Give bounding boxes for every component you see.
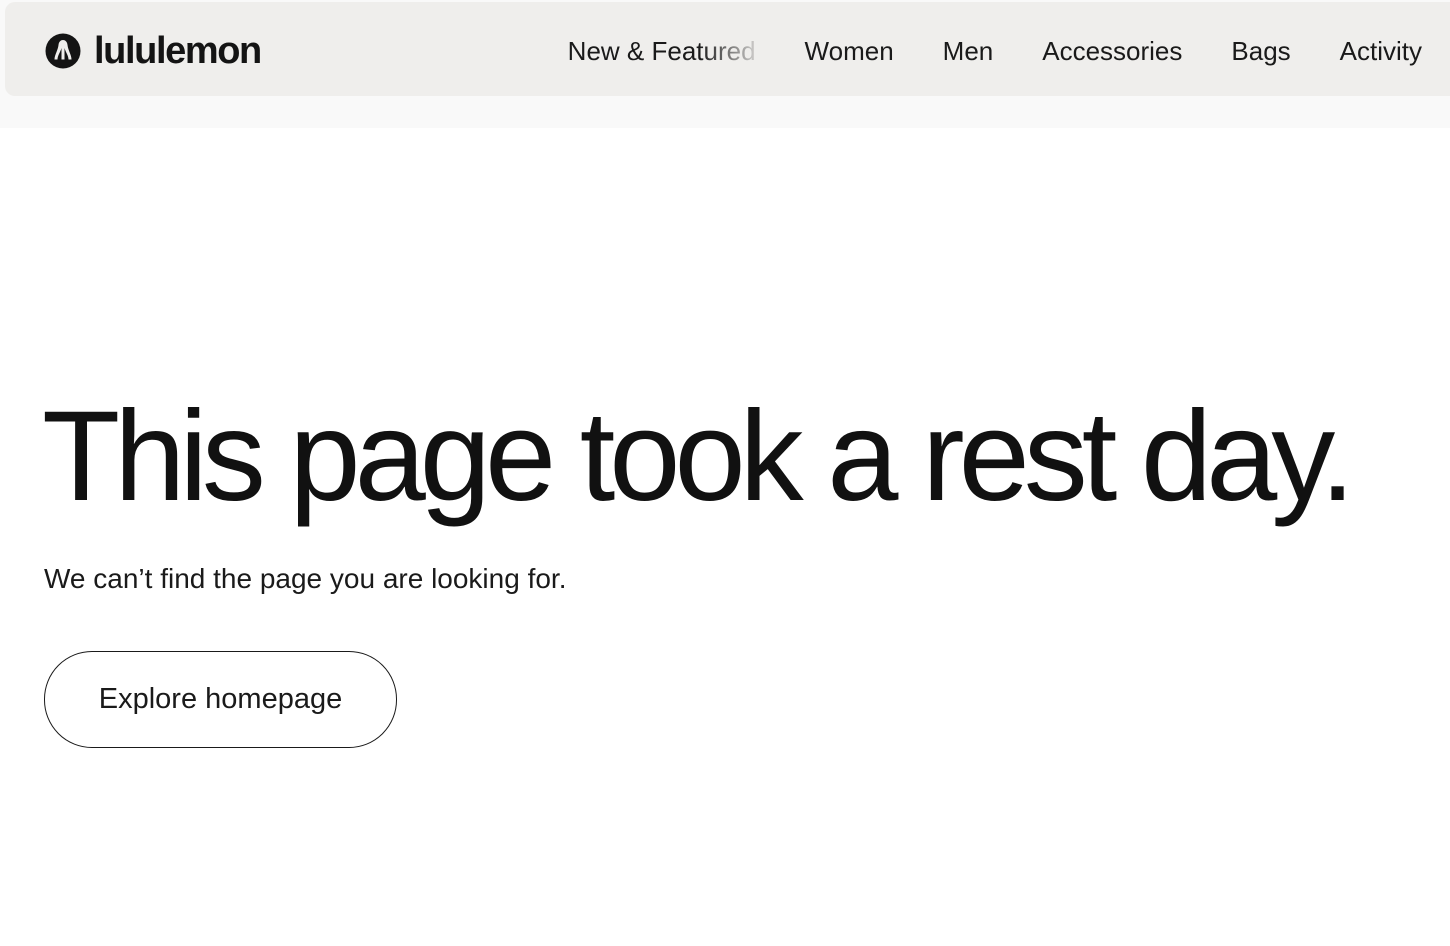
nav-item-activity[interactable]: Activity: [1340, 31, 1422, 71]
nav-item-women[interactable]: Women: [805, 31, 894, 71]
nav-item-new-featured[interactable]: New & Featured: [568, 31, 756, 71]
nav-item-men[interactable]: Men: [943, 31, 994, 71]
nav-item-bags[interactable]: Bags: [1231, 31, 1290, 71]
brand-logo-link[interactable]: lululemon: [45, 29, 262, 73]
site-header: lululemon New & Featured Women Men Acces…: [5, 2, 1450, 96]
lululemon-logo-icon: [45, 33, 81, 69]
explore-homepage-button[interactable]: Explore homepage: [44, 651, 397, 748]
error-headline: This page took a rest day.: [42, 385, 1355, 528]
nav-item-accessories[interactable]: Accessories: [1042, 31, 1182, 71]
main-nav: New & Featured Women Men Accessories Bag…: [526, 31, 1422, 71]
brand-name: lululemon: [94, 30, 262, 72]
error-subtext: We can’t find the page you are looking f…: [44, 563, 567, 594]
